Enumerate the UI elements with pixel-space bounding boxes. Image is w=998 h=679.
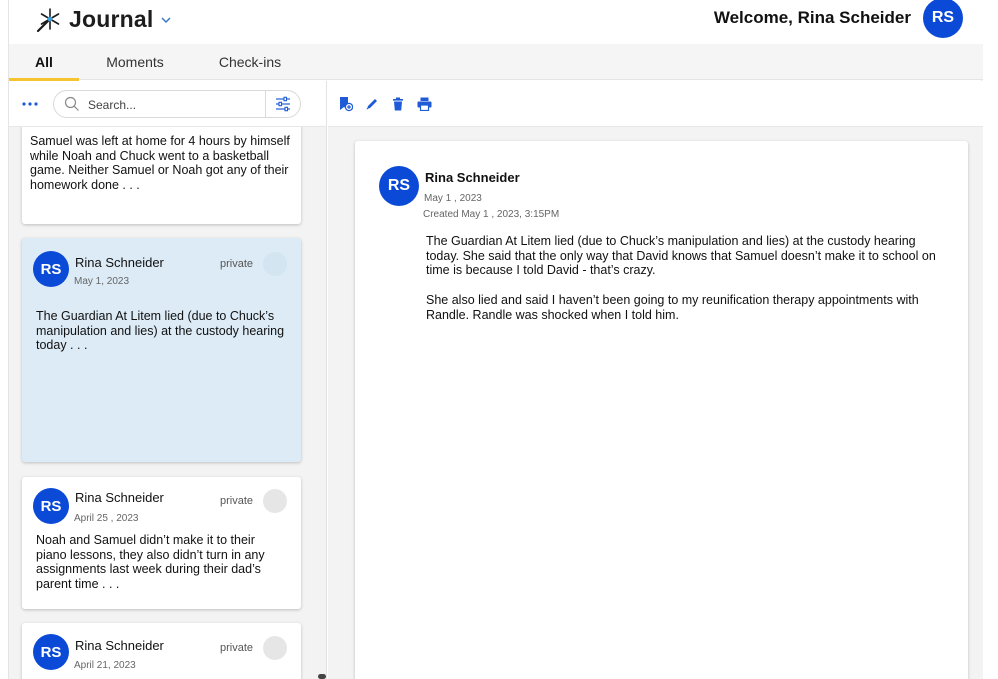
avatar: RS — [379, 166, 419, 206]
search-icon — [64, 96, 79, 111]
top-bar: Journal Welcome, Rina Scheider RS — [9, 0, 983, 44]
search-box — [53, 90, 301, 118]
app-frame: Journal Welcome, Rina Scheider RS All Mo… — [8, 0, 983, 679]
avatar: RS — [33, 634, 69, 670]
entry-date: April 25 , 2023 — [74, 513, 139, 524]
entry-excerpt: The Guardian At Litem lied (due to Chuck… — [36, 309, 285, 353]
search-input[interactable] — [88, 95, 258, 115]
add-entry-button[interactable] — [338, 96, 354, 112]
add-entry-icon — [340, 97, 353, 112]
detail-paragraph: The Guardian At Litem lied (due to Chuck… — [426, 234, 936, 278]
edit-pencil-icon — [366, 99, 377, 110]
tab-moments[interactable]: Moments — [95, 44, 175, 80]
more-options-button[interactable] — [19, 94, 41, 114]
delete-button[interactable] — [390, 96, 406, 112]
status-indicator[interactable] — [263, 489, 287, 513]
detail-created: Created May 1 , 2023, 3:15PM — [423, 209, 560, 220]
tab-bar: All Moments Check-ins — [9, 44, 983, 81]
list-item[interactable]: RS Rina Schneider April 25 , 2023 privat… — [22, 477, 301, 609]
status-indicator[interactable] — [263, 252, 287, 276]
search-divider — [265, 91, 266, 117]
entry-detail-pane: RS Rina Schneider May 1 , 2023 Created M… — [328, 127, 983, 679]
detail-date: May 1 , 2023 — [424, 193, 482, 204]
list-item[interactable]: RS Rina Schneider May 1, 2023 private Th… — [22, 238, 301, 462]
entry-author: Rina Schneider — [75, 638, 164, 653]
entry-date: April 21, 2023 — [74, 660, 136, 671]
list-scrollbar[interactable] — [318, 674, 326, 679]
entry-author: Rina Schneider — [75, 255, 164, 270]
more-dots-icon — [22, 102, 38, 106]
trash-icon — [393, 97, 403, 111]
entry-excerpt: Noah and Samuel didn’t make it to their … — [36, 533, 265, 591]
list-item[interactable]: Samuel was left at home for 4 hours by h… — [22, 127, 301, 224]
app-switcher[interactable]: Journal — [35, 2, 173, 36]
privacy-label: private — [220, 642, 254, 654]
entry-author: Rina Schneider — [75, 490, 164, 505]
edit-button[interactable] — [364, 96, 380, 112]
detail-author: Rina Schneider — [425, 170, 520, 185]
app-name: Journal — [69, 5, 154, 32]
entry-excerpt: Samuel was left at home for 4 hours by h… — [30, 134, 290, 192]
entry-toolbar — [328, 81, 983, 127]
chevron-down-icon — [161, 17, 172, 24]
entry-date: May 1, 2023 — [74, 276, 130, 287]
status-indicator[interactable] — [263, 636, 287, 660]
user-avatar[interactable]: RS — [923, 0, 963, 38]
print-icon — [417, 97, 431, 111]
tab-all[interactable]: All — [9, 44, 79, 81]
avatar: RS — [33, 251, 69, 287]
journal-logo-icon — [36, 8, 60, 33]
print-button[interactable] — [416, 96, 432, 112]
tab-check-ins[interactable]: Check-ins — [205, 44, 295, 80]
privacy-label: private — [220, 495, 254, 507]
list-item[interactable]: RS Rina Schneider April 21, 2023 private — [22, 623, 301, 679]
list-toolbar — [9, 81, 327, 127]
privacy-label: private — [220, 258, 254, 270]
sliders-icon[interactable] — [274, 96, 292, 112]
entry-detail-card: RS Rina Schneider May 1 , 2023 Created M… — [355, 141, 968, 679]
detail-paragraph: She also lied and said I haven’t been go… — [426, 293, 919, 322]
entry-list: Samuel was left at home for 4 hours by h… — [9, 127, 327, 679]
avatar: RS — [33, 488, 69, 524]
welcome-message: Welcome, Rina Scheider — [713, 8, 911, 27]
